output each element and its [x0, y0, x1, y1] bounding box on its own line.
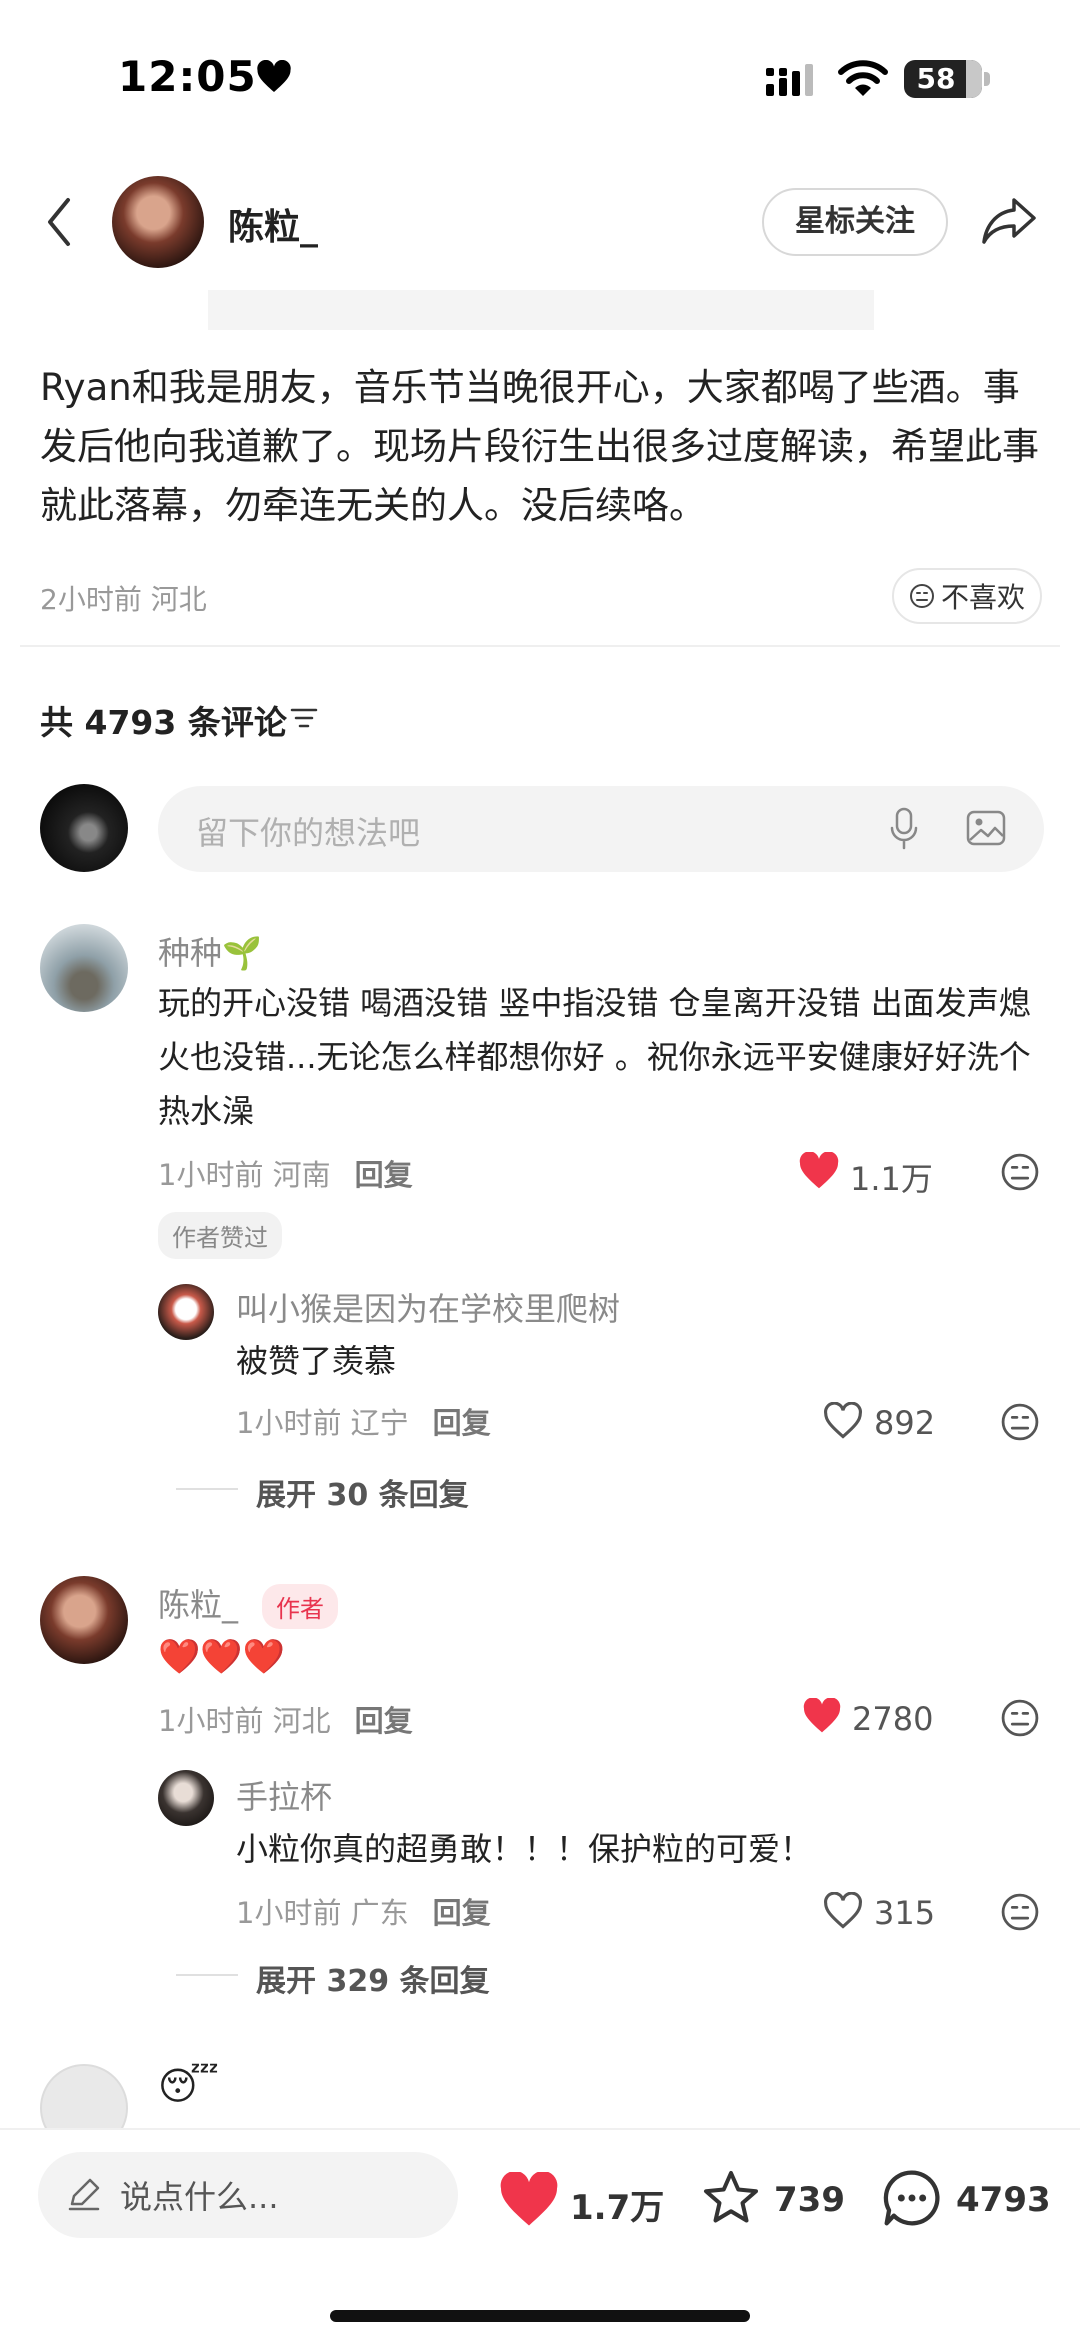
author-liked-tag: 作者赞过 [158, 1212, 282, 1259]
post-meta: 2小时前 河北 [40, 583, 207, 616]
dislike-face-icon[interactable] [1000, 1152, 1040, 1192]
expand-replies-link[interactable]: 展开 30 条回复 [256, 1470, 469, 1514]
like-filled-icon[interactable] [498, 2172, 560, 2228]
comment-text: 😴 [158, 2064, 219, 2108]
comment-time-location: 1小时前 河北 [158, 1704, 331, 1738]
microphone-icon[interactable] [888, 806, 920, 852]
comment-meta: 1小时前 河南 回复 [158, 1152, 413, 1194]
pencil-icon [68, 2178, 100, 2211]
commenter-name[interactable]: 种种🌱 [158, 928, 262, 974]
dislike-face-icon [909, 584, 934, 608]
battery-level: 58 [916, 62, 956, 95]
reply-meta: 1小时前 广东 回复 [236, 1890, 491, 1932]
reply-meta: 1小时前 辽宁 回复 [236, 1400, 491, 1442]
like-outline-icon[interactable] [822, 1402, 864, 1440]
reply-avatar[interactable] [158, 1770, 214, 1826]
comment-text: 玩的开心没错 喝酒没错 竖中指没错 仓皇离开没错 出面发声熄火也没错...无论怎… [158, 984, 1031, 1130]
reply-link[interactable]: 回复 [355, 1704, 413, 1738]
reply-name[interactable]: 叫小猴是因为在学校里爬树 [236, 1284, 620, 1330]
expand-divider [176, 1488, 238, 1490]
like-count: 315 [874, 1894, 936, 1932]
heart-status-icon [257, 60, 291, 92]
comment-meta: 1小时前 河北 回复 [158, 1698, 413, 1740]
home-indicator[interactable] [330, 2310, 750, 2322]
reply-link[interactable]: 回复 [433, 1896, 491, 1930]
commenter-avatar[interactable] [40, 1576, 128, 1664]
author-name[interactable]: 陈粒_ [228, 198, 318, 250]
say-something-placeholder: 说点什么... [120, 2178, 279, 2216]
like-count: 1.1万 [850, 1160, 933, 1198]
post-image-placeholder [208, 290, 874, 330]
divider [20, 645, 1060, 647]
expand-divider [176, 1974, 238, 1976]
wifi-icon [838, 60, 888, 96]
like-count: 2780 [852, 1700, 934, 1738]
post-like-count: 1.7万 [570, 2188, 665, 2228]
my-avatar [40, 784, 128, 872]
dislike-face-icon[interactable] [1000, 1698, 1040, 1738]
comment-input-placeholder: 留下你的想法吧 [196, 814, 421, 852]
image-icon[interactable] [966, 810, 1006, 846]
author-tag: 作者 [262, 1584, 338, 1629]
like-filled-icon[interactable] [802, 1698, 842, 1734]
follow-button[interactable]: 星标关注 [762, 188, 948, 256]
comment-text: ❤️❤️❤️ [158, 1637, 286, 1677]
reply-time-location: 1小时前 广东 [236, 1896, 409, 1930]
reply-link[interactable]: 回复 [355, 1158, 413, 1192]
post-star-count: 739 [774, 2180, 845, 2220]
dislike-face-icon[interactable] [1000, 1892, 1040, 1932]
commenter-name[interactable]: 陈粒_ [158, 1580, 238, 1626]
back-icon[interactable] [44, 196, 74, 248]
comment-bubble-icon[interactable] [880, 2166, 944, 2230]
reply-text: 小粒你真的超勇敢！！！保护粒的可爱！ [236, 1830, 813, 1868]
reply-name[interactable]: 手拉杯 [236, 1772, 332, 1818]
like-filled-icon[interactable] [798, 1152, 840, 1190]
reply-avatar[interactable] [158, 1284, 214, 1340]
author-avatar[interactable] [112, 176, 204, 268]
like-count: 892 [874, 1404, 936, 1442]
commenter-avatar[interactable] [40, 924, 128, 1012]
post-body: Ryan和我是朋友，音乐节当晚很开心，大家都喝了些酒。事发后他向我道歉了。现场片… [40, 366, 1039, 527]
dislike-label: 不喜欢 [940, 581, 1025, 614]
battery-indicator: 58 [904, 60, 990, 98]
like-outline-icon[interactable] [822, 1892, 864, 1930]
post-comment-count: 4793 [956, 2180, 1051, 2220]
cellular-signal-icon [766, 64, 813, 96]
dislike-face-icon[interactable] [1000, 1402, 1040, 1442]
star-icon[interactable] [700, 2168, 762, 2228]
comment-time-location: 1小时前 河南 [158, 1158, 331, 1192]
sort-filter-icon[interactable] [290, 706, 318, 730]
reply-time-location: 1小时前 辽宁 [236, 1406, 409, 1440]
reply-link[interactable]: 回复 [433, 1406, 491, 1440]
comment-count-title: 共 4793 条评论 [40, 703, 287, 742]
dislike-button[interactable]: 不喜欢 [892, 568, 1042, 624]
share-icon[interactable] [980, 196, 1038, 246]
reply-text: 被赞了羡慕 [236, 1342, 397, 1380]
status-time: 12:05 [118, 52, 257, 101]
expand-replies-link[interactable]: 展开 329 条回复 [256, 1956, 490, 2000]
